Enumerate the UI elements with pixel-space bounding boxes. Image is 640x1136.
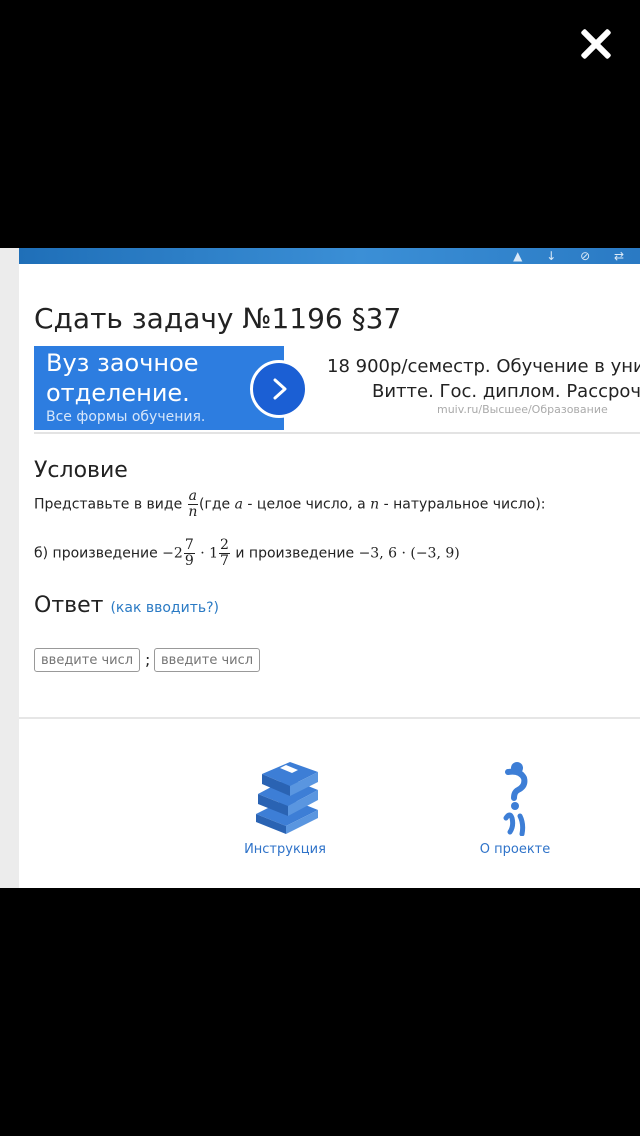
condition-heading: Условие [34,458,128,483]
content-card: ▲ ↓ ⊘ ⇄ Сдать задачу №1196 §37 Вуз заочн… [19,248,640,888]
nav-instruction[interactable]: Инструкция [230,758,340,857]
ad-banner[interactable]: Вуз заочное отделение. Все формы обучени… [34,346,640,434]
answer-input-1[interactable] [34,648,140,672]
answer-heading: Ответ (как вводить?) [34,593,220,618]
condition-line-2: б) произведение −2 7 9 · 1 2 7 и произве… [34,537,460,569]
ad-source[interactable]: muiv.ru/Высшее/Образование [437,403,608,416]
nav-instruction-label: Инструкция [244,842,326,857]
ad-subline: Все формы обучения. [46,409,206,425]
nav-about-label: О проекте [479,842,551,857]
ad-headline: Вуз заочное отделение. [46,349,199,407]
fraction-7-9: 7 9 [183,537,195,569]
condition-line-1: Представьте в виде a n (где a - целое чи… [34,488,546,520]
answer-input-2[interactable] [154,648,260,672]
answer-separator: ; [145,650,151,669]
popup-sheet: ▲ ↓ ⊘ ⇄ Сдать задачу №1196 §37 Вуз заочн… [0,248,640,888]
ad-text-line-1[interactable]: 18 900р/семестр. Обучение в универ [327,356,640,377]
question-figure-icon [503,762,528,836]
left-rail [0,248,19,888]
fraction-2-7: 2 7 [219,537,230,569]
section-divider [19,717,640,719]
banner-icons: ▲ ↓ ⊘ ⇄ [513,249,634,263]
books-icon [256,762,318,834]
fraction-a-over-n: a n [187,488,199,520]
chevron-right-icon [273,378,287,400]
how-to-enter-link[interactable]: (как вводить?) [110,600,219,616]
ad-arrow-button[interactable] [250,360,308,418]
ad-text-line-2[interactable]: Витте. Гос. диплом. Рассрочка 0 [372,381,640,402]
ad-panel[interactable]: Вуз заочное отделение. Все формы обучени… [34,346,284,430]
nav-about[interactable]: О проекте [460,758,570,857]
top-banner-strip: ▲ ↓ ⊘ ⇄ [19,248,640,264]
page-title: Сдать задачу №1196 §37 [34,302,402,335]
close-button[interactable] [574,22,618,66]
